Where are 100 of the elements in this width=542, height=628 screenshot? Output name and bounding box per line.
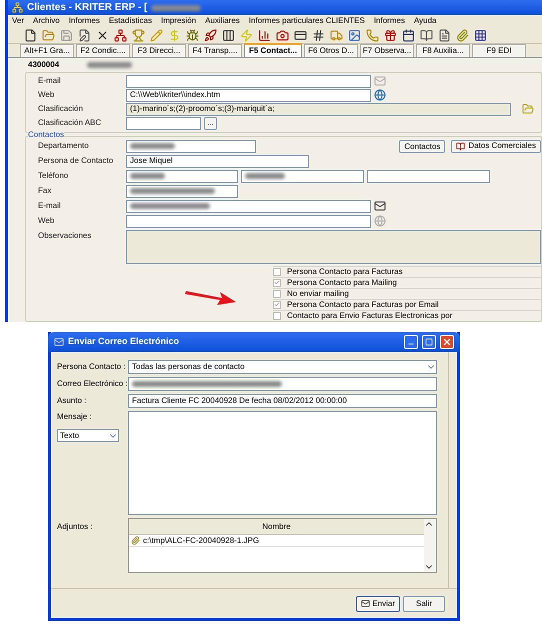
paperclip-icon — [131, 536, 140, 545]
phone-field[interactable] — [241, 170, 364, 183]
menu-item[interactable]: Informes — [374, 15, 405, 28]
department-field[interactable] — [126, 140, 256, 153]
page-icon[interactable] — [438, 28, 451, 42]
window-title: Clientes - KRITER ERP - [ — [27, 1, 148, 16]
paperclip-icon[interactable] — [456, 28, 469, 42]
tab[interactable]: F2 Condic.... — [76, 44, 130, 58]
tab[interactable]: F9 EDI — [472, 44, 526, 58]
menu-item[interactable]: Ver — [12, 15, 24, 28]
email-field[interactable] — [126, 200, 371, 213]
web-field[interactable]: C:\\Web\\kriter\\index.htm — [126, 88, 371, 102]
trophy-icon[interactable] — [132, 28, 145, 42]
notes-field[interactable] — [126, 230, 541, 264]
app-icon — [12, 2, 23, 14]
hierarchy-icon[interactable] — [114, 28, 127, 42]
classification-field[interactable]: (1)-marino´s;(2)-proomo´s;(3)-mariquit´a; — [126, 102, 511, 116]
field-label: E-mail — [38, 75, 62, 88]
truck-icon[interactable] — [330, 28, 343, 42]
bar-chart-icon[interactable] — [258, 28, 271, 42]
blurred-text — [87, 62, 132, 68]
image-icon[interactable] — [348, 28, 361, 42]
tab[interactable]: F7 Observa... — [360, 44, 414, 58]
book-icon[interactable] — [420, 28, 433, 42]
group-legend: Contactos — [28, 130, 64, 139]
checkbox[interactable] — [273, 300, 281, 309]
minimize-button[interactable] — [404, 335, 418, 349]
field-label: Observaciones — [38, 230, 92, 242]
send-button[interactable]: Enviar — [356, 596, 400, 612]
contacts-button[interactable]: Contactos — [399, 140, 446, 153]
menu-item[interactable]: Informes — [68, 15, 100, 28]
tab[interactable]: F4 Transp.... — [188, 44, 242, 58]
field-label: Web — [38, 89, 56, 102]
bug-icon[interactable] — [186, 28, 199, 42]
checkbox[interactable] — [273, 278, 281, 287]
contact-dropdown[interactable]: Todas las personas de contacto — [128, 360, 437, 374]
maximize-icon — [425, 338, 433, 346]
exit-button[interactable]: Salir — [403, 596, 445, 612]
field-label: Web — [38, 215, 56, 228]
blurred-text — [130, 143, 175, 150]
field-label: Correo Electrónico : — [57, 378, 125, 390]
mail-icon[interactable] — [374, 200, 386, 212]
number-icon[interactable] — [312, 28, 325, 42]
phone-field[interactable] — [126, 170, 238, 183]
gift-icon[interactable] — [384, 28, 397, 42]
menu-item[interactable]: Informes particulares CLIENTES — [248, 15, 365, 28]
close-icon — [442, 337, 452, 347]
camera-icon[interactable] — [276, 28, 289, 42]
field-label: Fax — [38, 185, 52, 198]
menu-item[interactable]: Estadísticas — [108, 15, 152, 28]
rocket-icon[interactable] — [204, 28, 217, 42]
folder-icon[interactable] — [42, 28, 55, 42]
grid-icon[interactable] — [474, 28, 487, 42]
tab[interactable]: F8 Auxilia... — [416, 44, 470, 58]
email-field[interactable] — [128, 377, 437, 391]
subject-field[interactable]: Factura Cliente FC 20040928 De fecha 08/02/2012 00:00:00 — [128, 394, 437, 408]
blurred-text — [245, 173, 285, 180]
scrollbar[interactable] — [424, 519, 436, 572]
checkbox[interactable] — [273, 290, 281, 298]
contact-person-field[interactable]: Jose Miquel — [126, 154, 309, 168]
checkbox-label: No enviar mailing — [287, 288, 349, 300]
email-field[interactable] — [126, 74, 371, 88]
field-label: Teléfono — [38, 170, 70, 182]
tab[interactable]: Alt+F1 Gra... — [20, 44, 74, 58]
folder-icon[interactable] — [522, 103, 534, 116]
document-icon[interactable] — [24, 28, 37, 42]
checkbox[interactable] — [273, 268, 281, 276]
format-dropdown[interactable]: Texto — [57, 429, 119, 442]
mail-icon — [361, 599, 370, 608]
edit-icon[interactable] — [78, 28, 91, 42]
fax-field[interactable] — [126, 184, 238, 198]
close-button[interactable] — [440, 335, 454, 349]
commercial-data-button[interactable]: Datos Comerciales — [451, 140, 541, 153]
tab[interactable]: F5 Contact... — [244, 43, 302, 58]
globe-icon[interactable] — [374, 89, 386, 102]
pencil-icon[interactable] — [150, 28, 163, 42]
tab[interactable]: F6 Otros D... — [304, 44, 358, 58]
menu-item[interactable]: Impresión — [160, 15, 196, 28]
column-header[interactable]: Nombre — [129, 519, 424, 535]
columns-icon[interactable] — [222, 28, 235, 42]
field-label: Asunto : — [57, 395, 88, 407]
calendar-icon[interactable] — [402, 28, 415, 42]
field-label: Clasificación ABC — [38, 117, 102, 130]
save-icon[interactable] — [60, 28, 73, 42]
field-label: E-mail — [38, 200, 62, 212]
menu-item[interactable]: Archivo — [33, 15, 60, 28]
menu-item[interactable]: Ayuda — [414, 15, 436, 28]
blurred-text — [130, 173, 165, 180]
tab[interactable]: F3 Direcci... — [132, 44, 186, 58]
checkbox[interactable] — [273, 312, 281, 320]
checkbox-label: Persona Contacto para Facturas por Email — [287, 298, 439, 311]
menu-item[interactable]: Auxiliares — [205, 15, 240, 28]
card-icon[interactable] — [294, 28, 307, 42]
abc-field[interactable] — [126, 116, 201, 130]
message-field[interactable] — [128, 411, 437, 515]
maximize-button[interactable] — [422, 335, 436, 349]
close-icon[interactable] — [96, 28, 109, 42]
web-field[interactable] — [126, 214, 371, 228]
phone-icon[interactable] — [366, 28, 379, 42]
phone-field[interactable] — [367, 170, 490, 183]
